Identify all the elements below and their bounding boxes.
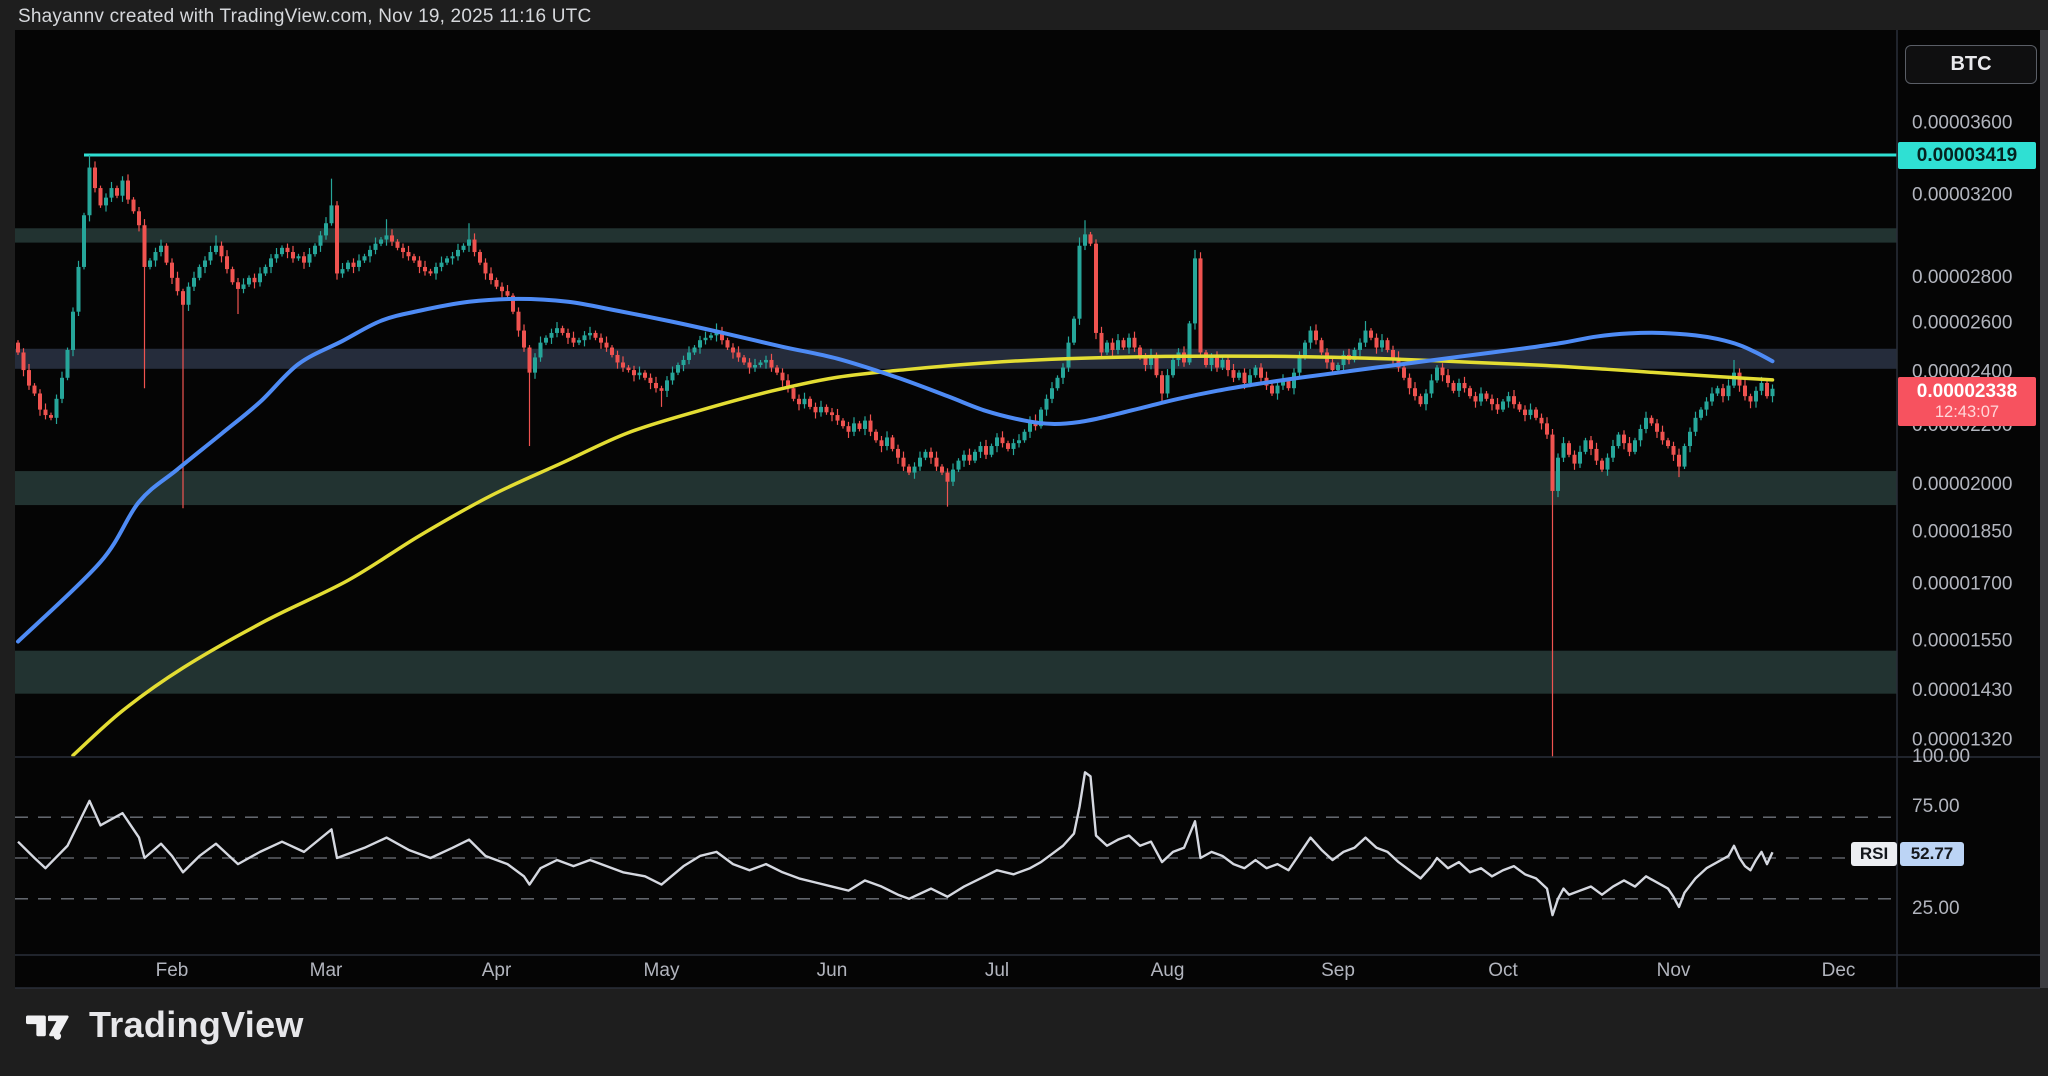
tradingview-footer[interactable]: TradingView: [26, 1004, 304, 1046]
last-price-text: 0.00002338: [1917, 381, 2017, 403]
price-zone-4: [15, 651, 1897, 694]
resistance-price-text: 0.00003419: [1917, 145, 2017, 167]
symbol-button-label: BTC: [1950, 53, 1991, 76]
price-axis-label: 0.00002800: [1912, 267, 2012, 288]
time-axis-label-sep: Sep: [1321, 960, 1355, 981]
tradingview-brand-text: TradingView: [89, 1004, 304, 1046]
price-axis-label: 0.00003200: [1912, 185, 2012, 206]
tradingview-screenshot: 0.00003600 0.00003200 0.00002800 0.00002600…: [0, 0, 2048, 1076]
time-axis-label-nov: Nov: [1657, 960, 1691, 981]
attribution-title: Shayannv created with TradingView.com, N…: [18, 6, 591, 28]
rsi-axis-label: 25.00: [1912, 898, 1960, 919]
time-axis-label-mar: Mar: [310, 960, 343, 981]
price-zone-3: [15, 471, 1897, 505]
price-axis-label: 0.00001430: [1912, 680, 2012, 701]
price-axis-label: 0.00001850: [1912, 522, 2012, 543]
price-axis-label: 0.00001550: [1912, 631, 2012, 652]
chart-canvas[interactable]: 0.00003600 0.00003200 0.00002800 0.00002600…: [0, 0, 2048, 1076]
price-axis-label: 0.00001700: [1912, 574, 2012, 595]
time-axis-label-aug: Aug: [1151, 960, 1185, 981]
symbol-button[interactable]: BTC: [1905, 45, 2037, 84]
time-axis-label-jun: Jun: [817, 960, 848, 981]
resistance-price-label: 0.00003419: [1898, 142, 2036, 169]
window-edge-strip: [2040, 30, 2048, 988]
last-price-label: 0.00002338 12:43:07: [1898, 377, 2036, 426]
price-zone-1: [15, 228, 1897, 242]
time-axis-label-feb: Feb: [156, 960, 189, 981]
price-axis-label: 0.00002600: [1912, 312, 2012, 333]
chart-background: [15, 30, 2040, 988]
price-axis-label: 0.00003600: [1912, 112, 2012, 133]
bar-countdown-text: 12:43:07: [1935, 403, 1999, 422]
price-axis-label: 0.00002000: [1912, 474, 2012, 495]
time-axis-label-dec: Dec: [1822, 960, 1856, 981]
rsi-value-badges: RSI 52.77: [1851, 842, 1964, 866]
rsi-value-chip: 52.77: [1900, 842, 1964, 866]
rsi-name-chip: RSI: [1851, 842, 1897, 866]
rsi-axis-label: 100.00: [1912, 746, 1970, 767]
rsi-axis-label: 75.00: [1912, 796, 1960, 817]
time-axis-label-may: May: [644, 960, 680, 981]
time-axis-label-oct: Oct: [1488, 960, 1518, 981]
time-axis-label-jul: Jul: [985, 960, 1009, 981]
time-axis-label-apr: Apr: [482, 960, 512, 981]
tradingview-logo-icon: [26, 1005, 76, 1045]
